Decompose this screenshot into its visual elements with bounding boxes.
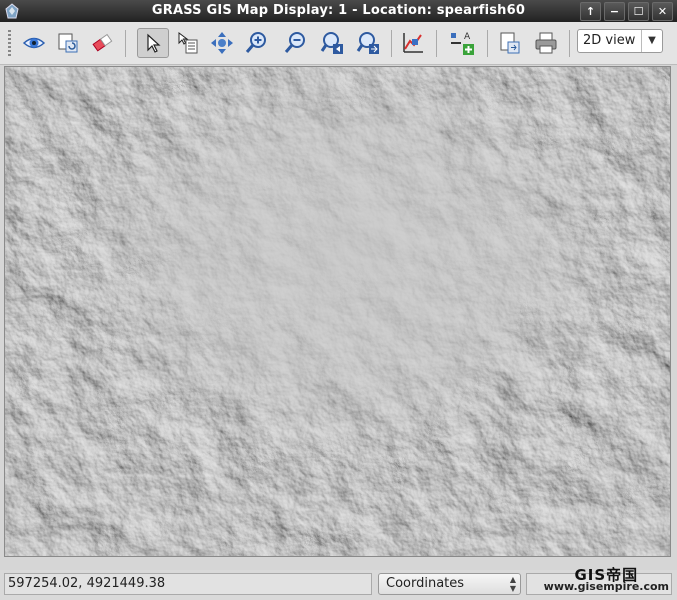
- toolbar-grip[interactable]: [8, 30, 11, 56]
- add-overlay-button[interactable]: A: [448, 28, 476, 58]
- render-map-button[interactable]: [54, 28, 82, 58]
- toolbar-separator: [391, 30, 392, 57]
- pointer-button[interactable]: [137, 28, 169, 58]
- display-map-icon: [22, 37, 46, 49]
- pan-button[interactable]: [208, 28, 236, 58]
- statusbar-mode-select[interactable]: Coordinates ▲ ▼: [378, 573, 521, 595]
- pointer-icon: [147, 33, 161, 53]
- add-overlay-icon: A: [451, 32, 474, 55]
- view-mode-select[interactable]: 2D view ▼: [577, 29, 663, 53]
- zoom-in-button[interactable]: [242, 28, 270, 58]
- analyze-button[interactable]: [399, 28, 427, 58]
- window-up-button[interactable]: ↑: [580, 2, 601, 21]
- zoom-out-icon: [284, 32, 305, 53]
- zoom-back-button[interactable]: [318, 28, 346, 58]
- save-image-button[interactable]: [496, 28, 524, 58]
- statusbar-mode-value: Coordinates: [386, 576, 465, 591]
- zoom-options-button[interactable]: [354, 28, 382, 58]
- erase-display-button[interactable]: [88, 28, 116, 58]
- view-mode-value: 2D view: [583, 33, 636, 48]
- pan-icon: [211, 32, 233, 54]
- watermark-logo: GIS帝国 www.gisempire.com: [543, 568, 669, 593]
- print-icon: [535, 32, 557, 54]
- toolbar-separator: [569, 30, 570, 57]
- close-button[interactable]: ✕: [652, 2, 673, 21]
- map-canvas[interactable]: [4, 66, 671, 557]
- print-button[interactable]: [532, 28, 560, 58]
- map-toolbar: A: [0, 22, 677, 65]
- zoom-back-icon: [320, 32, 343, 54]
- zoom-in-icon: [245, 32, 266, 53]
- window-titlebar[interactable]: GRASS GIS Map Display: 1 - Location: spe…: [0, 0, 677, 22]
- spinner-arrows-icon: ▲ ▼: [509, 575, 516, 593]
- toolbar-separator: [487, 30, 488, 57]
- render-map-icon: [58, 33, 78, 53]
- window-title: GRASS GIS Map Display: 1 - Location: spe…: [151, 3, 526, 18]
- erase-display-icon: [92, 33, 113, 52]
- zoom-options-icon: [356, 32, 379, 54]
- minimize-button[interactable]: −: [604, 2, 625, 21]
- maximize-button[interactable]: ☐: [628, 2, 649, 21]
- watermark-url: www.gisempire.com: [543, 580, 669, 593]
- query-raster-icon: [178, 32, 198, 54]
- zoom-out-button[interactable]: [281, 28, 309, 58]
- coordinates-display: 597254.02, 4921449.38: [4, 573, 372, 595]
- query-raster-button[interactable]: [174, 28, 202, 58]
- toolbar-separator: [436, 30, 437, 57]
- save-image-icon: [500, 32, 520, 54]
- svg-text:A: A: [464, 32, 471, 42]
- hillshade-raster[interactable]: [5, 67, 671, 557]
- toolbar-separator: [125, 30, 126, 57]
- analyze-icon: [403, 33, 423, 53]
- chevron-down-icon[interactable]: ▼: [641, 30, 662, 52]
- display-map-button[interactable]: [20, 28, 48, 58]
